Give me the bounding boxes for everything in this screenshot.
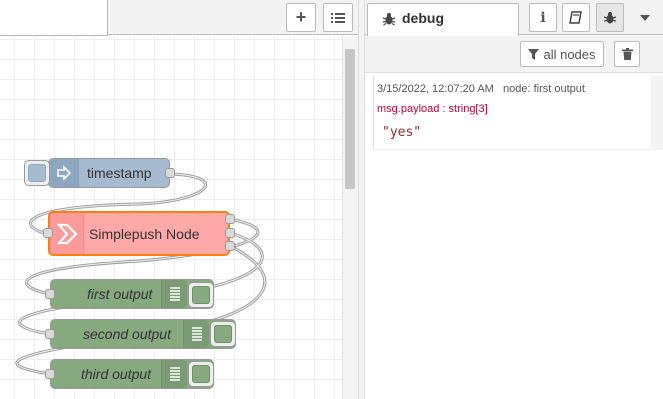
chevron-right-icon <box>56 223 78 244</box>
input-port[interactable] <box>45 289 55 299</box>
debug-toggle-button[interactable] <box>188 361 214 387</box>
filter-label: all nodes <box>543 46 596 62</box>
trash-icon <box>621 48 633 60</box>
filter-icon <box>528 48 540 60</box>
vertical-scrollbar[interactable] <box>342 36 358 399</box>
output-port[interactable] <box>225 228 235 238</box>
debug-message[interactable]: 3/15/2022, 12:07:20 AM node: first outpu… <box>373 76 651 150</box>
node-label: timestamp <box>87 165 152 181</box>
message-value[interactable]: "yes" <box>382 125 421 140</box>
list-lines-icon <box>169 287 180 301</box>
list-icon <box>331 12 345 23</box>
input-port[interactable] <box>43 228 53 238</box>
sidebar-resize-handle[interactable] <box>358 0 365 399</box>
bug-icon <box>603 11 617 23</box>
inject-button[interactable] <box>24 160 50 186</box>
node-label: third output <box>81 366 152 382</box>
help-button[interactable] <box>562 3 590 32</box>
inject-node-timestamp[interactable]: timestamp <box>48 158 170 188</box>
simplepush-node[interactable]: Simplepush Node <box>48 211 230 256</box>
caret-down-icon <box>640 14 650 21</box>
simplepush-icon-area <box>50 213 84 254</box>
output-port[interactable] <box>225 241 235 251</box>
info-icon: i <box>540 9 546 26</box>
sidebar-menu-button[interactable] <box>631 3 659 32</box>
message-meta: 3/15/2022, 12:07:20 AM node: first outpu… <box>377 83 585 95</box>
book-icon <box>569 10 582 24</box>
flow-workspace: + timestamp Simplepush Node first output… <box>0 0 358 399</box>
arrow-right-icon <box>56 165 71 181</box>
plus-icon: + <box>295 7 307 27</box>
node-label: second output <box>83 326 171 342</box>
output-port[interactable] <box>225 214 235 224</box>
sidebar-tab-bar: debug i <box>365 0 663 36</box>
list-lines-icon <box>169 367 180 381</box>
message-timestamp: 3/15/2022, 12:07:20 AM <box>377 83 494 95</box>
node-label: Simplepush Node <box>89 225 200 242</box>
message-area-edge <box>651 76 663 150</box>
debug-toolbar: all nodes <box>365 36 663 73</box>
add-flow-button[interactable]: + <box>286 3 316 32</box>
flow-list-button[interactable] <box>323 3 353 32</box>
debug-button[interactable] <box>596 3 624 32</box>
node-label: first output <box>87 286 153 302</box>
bug-icon <box>382 13 396 26</box>
debug-node-icon-area <box>161 360 187 388</box>
debug-toggle-button[interactable] <box>210 321 236 347</box>
debug-node-icon-area <box>161 280 187 308</box>
input-port[interactable] <box>45 369 55 379</box>
output-port[interactable] <box>165 168 175 178</box>
flow-tab-bar: + <box>0 0 358 36</box>
tab-debug[interactable]: debug <box>367 3 519 36</box>
message-source[interactable]: node: first output <box>503 83 585 95</box>
clear-debug-button[interactable] <box>614 41 640 67</box>
tab-label: debug <box>402 10 444 26</box>
info-button[interactable]: i <box>529 3 557 32</box>
flow-tab[interactable] <box>0 0 108 36</box>
message-topic[interactable]: msg.payload : string[3] <box>377 103 488 115</box>
list-lines-icon <box>191 327 202 341</box>
inject-node-icon-area <box>49 159 79 187</box>
filter-button[interactable]: all nodes <box>520 41 604 67</box>
input-port[interactable] <box>45 329 55 339</box>
debug-node-icon-area <box>183 320 209 348</box>
debug-node-second-output[interactable]: second output <box>50 319 236 349</box>
sidebar: debug i all nodes 3/15/2022, 12:07:20 AM… <box>365 0 663 399</box>
scrollbar-thumb[interactable] <box>345 49 355 189</box>
flow-canvas[interactable]: timestamp Simplepush Node first output s… <box>0 36 342 399</box>
debug-toggle-button[interactable] <box>188 282 214 308</box>
